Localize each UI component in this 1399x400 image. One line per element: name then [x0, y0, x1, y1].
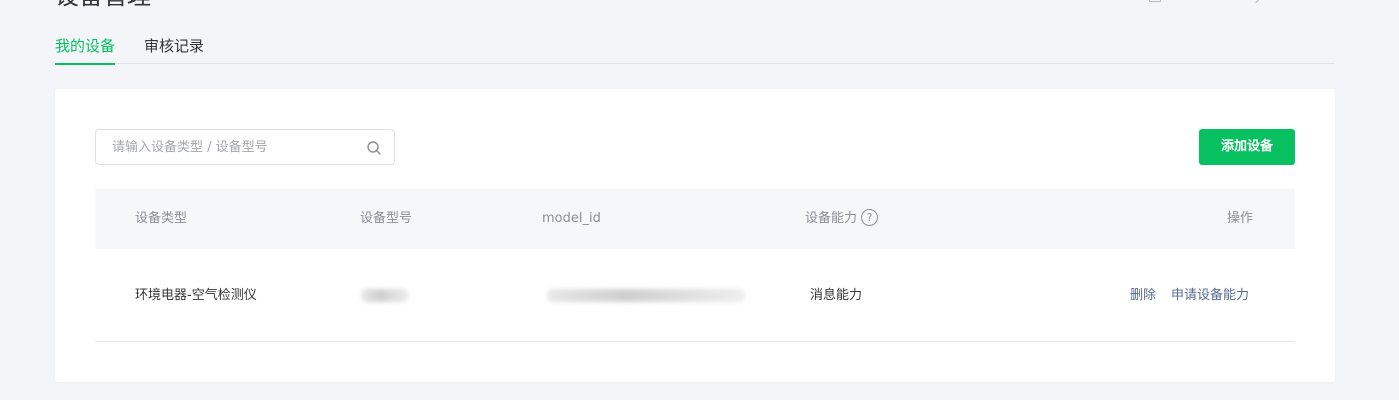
page-title: 设备管理 [55, 0, 151, 8]
cell-model-id-redacted [547, 289, 745, 302]
delete-link[interactable]: 删除 [1130, 249, 1156, 342]
add-device-button[interactable]: 添加设备 [1199, 129, 1295, 165]
document-icon[interactable] [1149, 0, 1161, 2]
table-header: 设备类型 设备型号 model_id 设备能力? 操作 [95, 189, 1295, 249]
help-icon[interactable]: ? [861, 209, 879, 226]
cell-device-type: 环境电器-空气检测仪 [135, 288, 257, 303]
column-header-actions: 操作 [1227, 211, 1254, 226]
column-header-device-type: 设备类型 [135, 211, 188, 226]
cell-device-model-redacted [361, 289, 409, 302]
device-list-card: 添加设备 设备类型 设备型号 model_id 设备能力? 操作 环境电器-空气… [55, 89, 1335, 382]
apply-capability-link[interactable]: 申请设备能力 [1171, 249, 1249, 342]
search-box[interactable] [95, 129, 395, 165]
search-input[interactable] [96, 130, 356, 164]
column-header-device-model: 设备型号 [360, 211, 413, 226]
column-header-capability: 设备能力? [805, 189, 879, 249]
column-header-model-id: model_id [542, 211, 601, 226]
arrow-icon[interactable] [1251, 0, 1261, 4]
tab-bar: 我的设备 审核记录 [55, 36, 1335, 65]
table-row: 环境电器-空气检测仪 消息能力 删除 申请设备能力 [95, 249, 1295, 342]
tab-my-devices[interactable]: 我的设备 [55, 36, 116, 65]
column-header-capability-label: 设备能力 [805, 211, 858, 226]
cell-capability: 消息能力 [810, 288, 863, 303]
tab-review-records[interactable]: 审核记录 [144, 36, 204, 64]
search-icon[interactable] [366, 140, 382, 156]
